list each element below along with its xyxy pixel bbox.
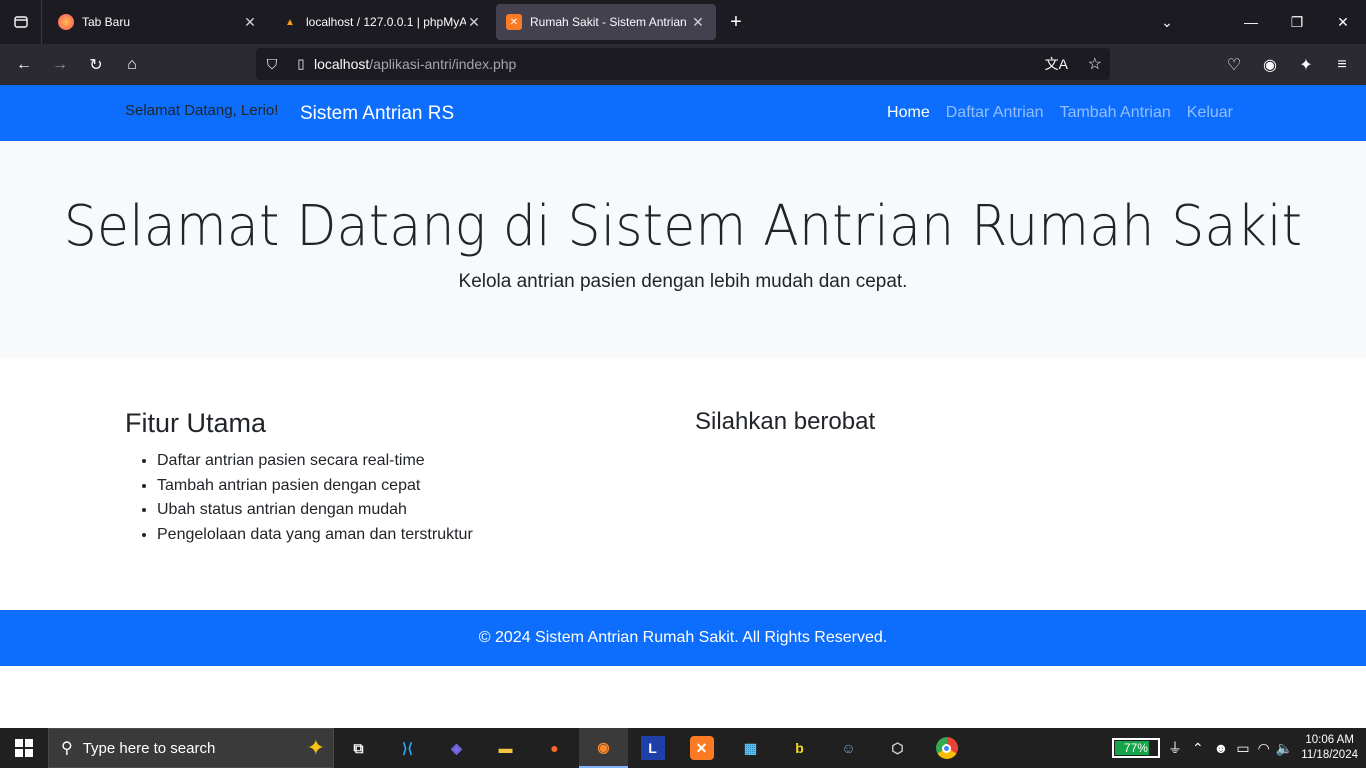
features-heading: Fitur Utama (125, 408, 267, 438)
brand-link[interactable]: Sistem Antrian RS (300, 103, 454, 125)
windows-icon (15, 739, 33, 757)
vscode-icon[interactable]: ⟩⟨ (383, 728, 432, 768)
features-section: Fitur Utama Daftar antrian pasien secara… (125, 408, 685, 547)
browser-toolbar: ← → ↻ ⌂ ⛉ ▯ localhost/aplikasi-antri/ind… (0, 44, 1366, 85)
battery-indicator[interactable]: 77% (1111, 738, 1160, 758)
nav-daftar-antrian[interactable]: Daftar Antrian (946, 104, 1044, 122)
list-item: Ubah status antrian dengan mudah (157, 498, 685, 523)
close-tab-icon[interactable]: ✕ (690, 14, 706, 31)
url-host: localhost (314, 56, 370, 72)
close-tab-icon[interactable]: ✕ (466, 14, 482, 31)
close-window-icon[interactable]: ✕ (1320, 0, 1366, 44)
minimize-icon[interactable]: — (1228, 0, 1274, 44)
features-list: Daftar antrian pasien secara real-time T… (125, 449, 685, 547)
postman-icon[interactable]: ● (530, 728, 579, 768)
url-bar[interactable]: ⛉ ▯ localhost/aplikasi-antri/index.php 文… (256, 48, 1110, 80)
unity-icon[interactable]: ⬡ (873, 728, 922, 768)
chevron-up-icon[interactable]: ⌃ (1192, 740, 1204, 757)
reload-icon[interactable]: ↻ (78, 49, 114, 81)
microsoft-store-icon[interactable]: ▦ (726, 728, 775, 768)
tab-phpmyadmin[interactable]: ▲ localhost / 127.0.0.1 | phpMyAdmin ✕ (272, 4, 492, 40)
forward-icon[interactable]: → (42, 49, 78, 81)
site-footer: © 2024 Sistem Antrian Rumah Sakit. All R… (0, 610, 1366, 666)
list-item: Tambah antrian pasien dengan cepat (157, 474, 685, 499)
close-tab-icon[interactable]: ✕ (242, 14, 258, 31)
nav-keluar[interactable]: Keluar (1187, 104, 1233, 122)
bing-icon[interactable]: b (775, 728, 824, 768)
tray-app-icon[interactable]: ☻ (1214, 740, 1229, 756)
windows-taskbar: ⚲ Type here to search ✦ ⧉ ⟩⟨ ◈ ▬ ● ◉ L ✕… (0, 728, 1366, 768)
search-placeholder: Type here to search (82, 739, 216, 757)
pocket-icon[interactable]: ♡ (1216, 49, 1252, 81)
tab-title: Tab Baru (82, 15, 131, 29)
welcome-text: Selamat Datang, Lerio! (125, 102, 279, 119)
xampp-icon: ✕ (506, 14, 522, 30)
copilot-sparkle-icon: ✦ (306, 735, 325, 760)
hero-section: Selamat Datang di Sistem Antrian Rumah S… (0, 141, 1366, 358)
bookmark-star-icon[interactable]: ☆ (1088, 54, 1102, 74)
home-icon[interactable]: ⌂ (114, 49, 150, 81)
laragon-icon[interactable]: L (628, 728, 677, 768)
footer-text: © 2024 Sistem Antrian Rumah Sakit. All R… (478, 629, 888, 646)
task-view-icon[interactable]: ⧉ (334, 728, 383, 768)
shield-icon[interactable]: ⛉ (256, 56, 288, 73)
firefox-taskbar-icon[interactable]: ◉ (579, 728, 628, 768)
nav-home[interactable]: Home (887, 104, 930, 122)
extensions-icon[interactable]: ✦ (1288, 49, 1324, 81)
tab-list-button[interactable] (0, 0, 42, 44)
tab-list-icon (13, 16, 28, 28)
nav-tambah-antrian[interactable]: Tambah Antrian (1060, 104, 1171, 122)
nav-links: Home Daftar Antrian Tambah Antrian Kelua… (887, 104, 1233, 122)
site-navbar: Selamat Datang, Lerio! Sistem Antrian RS… (0, 85, 1366, 141)
side-heading: Silahkan berobat (695, 408, 876, 435)
chrome-icon[interactable] (922, 728, 971, 768)
power-plug-icon: ⏚ (1167, 740, 1182, 756)
account-icon[interactable]: ◉ (1252, 49, 1288, 81)
url-path: /aplikasi-antri/index.php (369, 56, 517, 72)
translate-icon[interactable]: 文A (1045, 54, 1068, 74)
file-explorer-icon[interactable]: ▬ (481, 728, 530, 768)
copilot-icon[interactable]: ◈ (432, 728, 481, 768)
side-section: Silahkan berobat (695, 408, 875, 436)
clock-date: 11/18/2024 (1301, 749, 1358, 761)
system-tray: 77% ⏚ ⌃ ☻ ▭ ◠ 🔈 10:06 AM 11/18/2024 (1111, 728, 1366, 768)
hero-subtitle: Kelola antrian pasien dengan lebih mudah… (458, 271, 908, 292)
list-item: Daftar antrian pasien secara real-time (157, 449, 685, 474)
tab-new-tab[interactable]: Tab Baru ✕ (48, 4, 268, 40)
browser-tabstrip: Tab Baru ✕ ▲ localhost / 127.0.0.1 | php… (0, 0, 1366, 44)
hero-title: Selamat Datang di Sistem Antrian Rumah S… (63, 194, 1303, 259)
list-all-tabs-icon[interactable]: ⌄ (1144, 0, 1190, 44)
clock[interactable]: 10:06 AM 11/18/2024 (1301, 733, 1358, 763)
firefox-icon (58, 14, 74, 30)
godot-icon[interactable]: ☺ (824, 728, 873, 768)
taskbar-search[interactable]: ⚲ Type here to search ✦ (48, 728, 334, 768)
list-item: Pengelolaan data yang aman dan terstrukt… (157, 523, 685, 548)
volume-icon[interactable]: 🔈 (1276, 740, 1293, 757)
restore-icon[interactable]: ❐ (1274, 0, 1320, 44)
tab-title: Rumah Sakit - Sistem Antrian (530, 15, 687, 29)
new-tab-button[interactable]: + (716, 4, 756, 40)
wifi-icon[interactable]: ◠ (1258, 740, 1270, 757)
tab-rumah-sakit[interactable]: ✕ Rumah Sakit - Sistem Antrian ✕ (496, 4, 716, 40)
clock-time: 10:06 AM (1305, 734, 1354, 746)
xampp-taskbar-icon[interactable]: ✕ (677, 728, 726, 768)
menu-icon[interactable]: ≡ (1324, 49, 1360, 81)
tab-title: localhost / 127.0.0.1 | phpMyAdmin (306, 15, 466, 29)
search-icon: ⚲ (61, 740, 73, 757)
battery-icon[interactable]: ▭ (1236, 740, 1249, 757)
phpmyadmin-icon: ▲ (285, 16, 295, 28)
page-icon: ▯ (297, 56, 305, 71)
battery-percent: 77% (1123, 741, 1148, 755)
start-button[interactable] (0, 728, 48, 768)
back-icon[interactable]: ← (6, 49, 42, 81)
